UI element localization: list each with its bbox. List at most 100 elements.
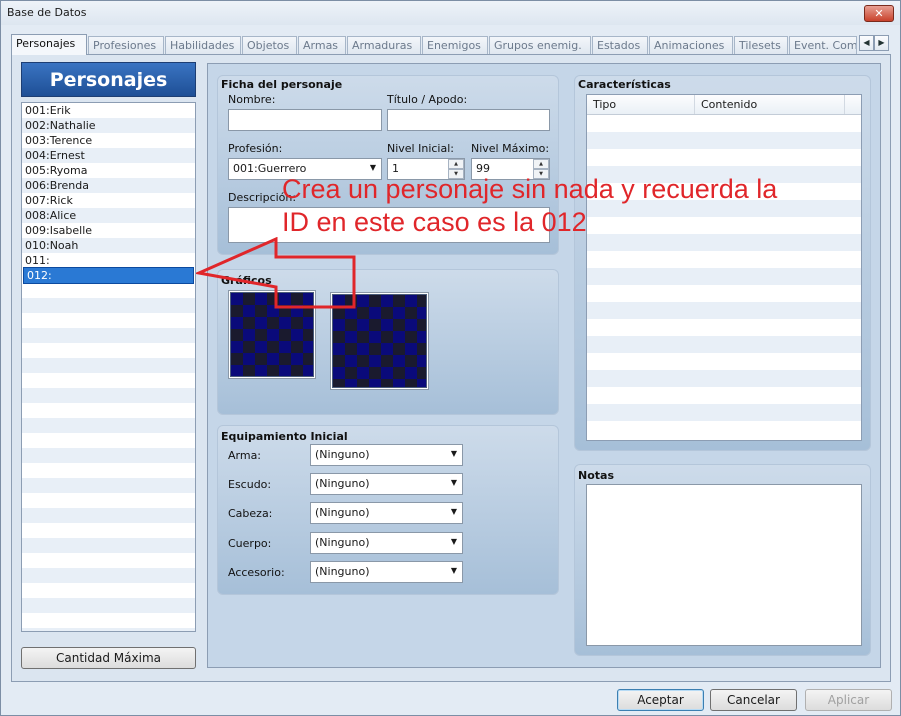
list-item[interactable]: 010:Noah [22, 238, 195, 253]
title-label: Título / Apodo: [387, 93, 468, 106]
window-title: Base de Datos [7, 6, 87, 19]
table-row[interactable] [587, 285, 861, 302]
table-row[interactable] [587, 370, 861, 387]
list-item[interactable]: 007:Rick [22, 193, 195, 208]
table-row[interactable] [587, 115, 861, 132]
empty-row[interactable] [22, 613, 195, 628]
tab-habilidades[interactable]: Habilidades [165, 36, 241, 54]
empty-row[interactable] [22, 403, 195, 418]
list-item[interactable]: 006:Brenda [22, 178, 195, 193]
title-field[interactable] [387, 109, 550, 131]
ok-button[interactable]: Aceptar [617, 689, 704, 711]
empty-row[interactable] [22, 538, 195, 553]
table-row[interactable] [587, 336, 861, 353]
notes-field[interactable] [586, 484, 862, 646]
tab-animaciones[interactable]: Animaciones [649, 36, 733, 54]
tab-armas[interactable]: Armas [298, 36, 346, 54]
empty-row[interactable] [22, 313, 195, 328]
shield-select[interactable]: (Ninguno) ▼ [310, 473, 463, 495]
chevron-down-icon: ▼ [450, 566, 457, 575]
max-quantity-button[interactable]: Cantidad Máxima [21, 647, 196, 669]
weapon-select[interactable]: (Ninguno) ▼ [310, 444, 463, 466]
annotation-line-1: Crea un personaje sin nada y recuerda la [282, 174, 778, 204]
list-item[interactable]: 003:Terence [22, 133, 195, 148]
table-row[interactable] [587, 421, 861, 438]
features-table[interactable]: Tipo Contenido [586, 94, 862, 441]
tab-estados[interactable]: Estados [592, 36, 648, 54]
spin-up-icon[interactable]: ▲ [448, 159, 464, 169]
column-header-type[interactable]: Tipo [587, 95, 695, 114]
empty-row[interactable] [22, 388, 195, 403]
empty-row[interactable] [22, 508, 195, 523]
empty-row[interactable] [22, 583, 195, 598]
empty-row[interactable] [22, 448, 195, 463]
empty-row[interactable] [22, 298, 195, 313]
tab-profesiones[interactable]: Profesiones [88, 36, 164, 54]
tab-scroll-right-icon[interactable]: ▶ [874, 35, 889, 51]
close-button[interactable]: ✕ [864, 5, 894, 22]
tab-eventos-comunes[interactable]: Event. Com [789, 36, 857, 54]
character-sheet-title: Ficha del personaje [221, 78, 343, 91]
empty-row[interactable] [22, 598, 195, 613]
empty-row[interactable] [22, 418, 195, 433]
empty-row[interactable] [22, 493, 195, 508]
table-row[interactable] [587, 251, 861, 268]
chevron-down-icon: ▼ [369, 163, 376, 172]
features-title: Características [578, 78, 671, 91]
body-value: (Ninguno) [315, 536, 370, 549]
list-item[interactable]: 002:Nathalie [22, 118, 195, 133]
table-row[interactable] [587, 132, 861, 149]
annotation-line-2: ID en este caso es la 012 [282, 207, 587, 237]
list-item[interactable]: 005:Ryoma [22, 163, 195, 178]
list-item[interactable]: 009:Isabelle [22, 223, 195, 238]
list-item[interactable]: 011: [22, 253, 195, 268]
character-list[interactable]: 001:Erik 002:Nathalie 003:Terence 004:Er… [21, 102, 196, 632]
empty-row[interactable] [22, 328, 195, 343]
table-row[interactable] [587, 353, 861, 370]
empty-row[interactable] [22, 523, 195, 538]
max-level-label: Nivel Máximo: [471, 142, 550, 155]
weapon-value: (Ninguno) [315, 448, 370, 461]
empty-row[interactable] [22, 463, 195, 478]
head-select[interactable]: (Ninguno) ▼ [310, 502, 463, 524]
empty-row[interactable] [22, 343, 195, 358]
empty-row[interactable] [22, 373, 195, 388]
table-row[interactable] [587, 268, 861, 285]
chevron-down-icon: ▼ [450, 478, 457, 487]
tab-enemigos[interactable]: Enemigos [422, 36, 488, 54]
name-field[interactable] [228, 109, 382, 131]
table-row[interactable] [587, 319, 861, 336]
empty-row[interactable] [22, 628, 195, 631]
cancel-button[interactable]: Cancelar [710, 689, 797, 711]
apply-button[interactable]: Aplicar [805, 689, 892, 711]
empty-row[interactable] [22, 478, 195, 493]
body-select[interactable]: (Ninguno) ▼ [310, 532, 463, 554]
tab-grupos-enemigos[interactable]: Grupos enemig. [489, 36, 591, 54]
empty-row[interactable] [22, 283, 195, 298]
empty-row[interactable] [22, 568, 195, 583]
list-item-selected[interactable]: 012: [23, 267, 194, 284]
chevron-down-icon: ▼ [450, 537, 457, 546]
accessory-select[interactable]: (Ninguno) ▼ [310, 561, 463, 583]
table-row[interactable] [587, 302, 861, 319]
empty-row[interactable] [22, 553, 195, 568]
table-row[interactable] [587, 387, 861, 404]
annotation-arrow-icon [196, 237, 356, 309]
tab-scroll-left-icon[interactable]: ◀ [859, 35, 874, 51]
list-item[interactable]: 001:Erik [22, 103, 195, 118]
notes-title: Notas [578, 469, 614, 482]
tab-armaduras[interactable]: Armaduras [347, 36, 421, 54]
table-row[interactable] [587, 404, 861, 421]
list-item[interactable]: 004:Ernest [22, 148, 195, 163]
list-item[interactable]: 008:Alice [22, 208, 195, 223]
tab-objetos[interactable]: Objetos [242, 36, 297, 54]
tab-personajes[interactable]: Personajes [11, 34, 87, 55]
spin-up-icon[interactable]: ▲ [533, 159, 549, 169]
equipment-title: Equipamiento Inicial [221, 430, 348, 443]
column-header-content[interactable]: Contenido [695, 95, 845, 114]
list-header: Personajes [21, 62, 196, 97]
table-row[interactable] [587, 149, 861, 166]
empty-row[interactable] [22, 358, 195, 373]
tab-tilesets[interactable]: Tilesets [734, 36, 788, 54]
empty-row[interactable] [22, 433, 195, 448]
